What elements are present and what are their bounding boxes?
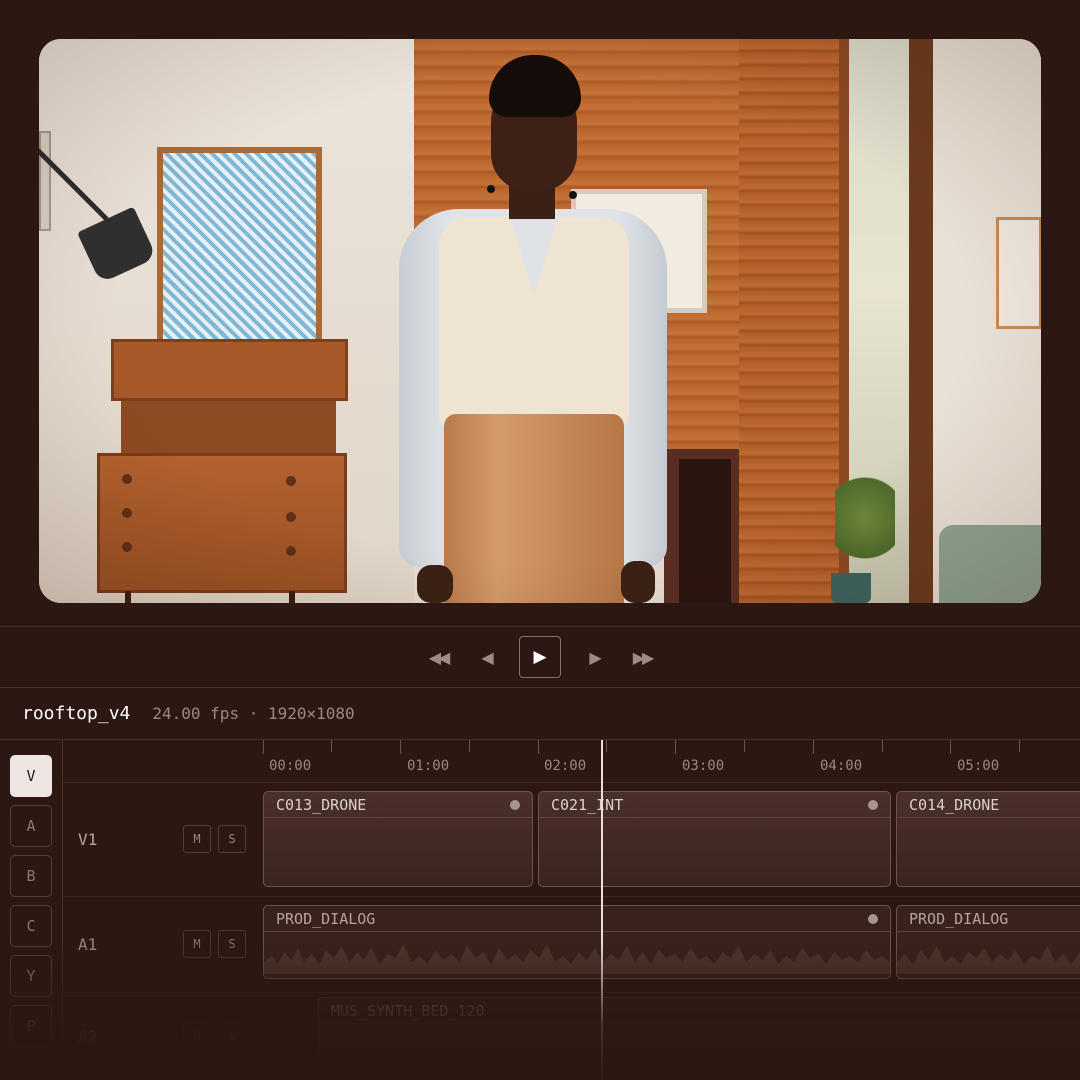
clip-label: C013_DRONE: [276, 795, 367, 814]
ruler-tick-label: 01:00: [407, 758, 450, 774]
track-header-a1: A1 M S: [63, 896, 263, 992]
ruler-tick-label: 05:00: [957, 758, 1000, 774]
video-preview[interactable]: [39, 39, 1041, 603]
sequence-name: rooftop_v4: [22, 703, 131, 724]
playhead[interactable]: [601, 740, 603, 1080]
source-button-p[interactable]: P: [10, 1005, 52, 1047]
clip-label: PROD_DIALOG: [276, 909, 376, 928]
play-button[interactable]: ▶: [519, 636, 561, 678]
sequence-info-bar: rooftop_v4 24.00 fps · 1920×1080: [0, 688, 1080, 740]
solo-button[interactable]: S: [218, 825, 246, 853]
clip-label: PROD_DIALOG: [909, 909, 1009, 928]
track-name: V1: [78, 829, 98, 849]
video-clip[interactable]: C021_INT: [538, 791, 891, 887]
source-selector: V A B C Y P: [0, 740, 63, 1080]
video-clip[interactable]: C013_DRONE: [263, 791, 533, 887]
audio-clip[interactable]: MUS_SYNTH_BED_120: [318, 997, 1080, 1077]
ruler-tick-label: 00:00: [269, 758, 312, 774]
rewind-icon: ◀◀: [428, 647, 451, 667]
play-icon: ▶: [533, 647, 547, 667]
audio-clip[interactable]: PROD_DIALOG: [263, 905, 891, 979]
ruler-tick-label: 04:00: [820, 758, 863, 774]
track-name: A1: [78, 934, 98, 954]
fast-forward-button[interactable]: ▶▶: [621, 636, 663, 678]
mute-button[interactable]: M: [183, 825, 211, 853]
clip-marker-icon: [510, 800, 520, 810]
mute-button[interactable]: M: [183, 930, 211, 958]
fast-forward-icon: ▶▶: [632, 647, 655, 667]
source-button-y[interactable]: Y: [10, 955, 52, 997]
track-name: A2: [78, 1026, 98, 1046]
step-back-button[interactable]: ◀: [465, 636, 507, 678]
solo-button[interactable]: S: [218, 930, 246, 958]
audio-clip[interactable]: PROD_DIALOG: [896, 905, 1080, 979]
solo-button[interactable]: S: [218, 1022, 246, 1050]
source-button-b[interactable]: B: [10, 855, 52, 897]
source-button-c[interactable]: C: [10, 905, 52, 947]
clip-label: MUS_SYNTH_BED_120: [331, 1001, 485, 1020]
mute-button[interactable]: M: [183, 1022, 211, 1050]
track-header-a2: A2 M S: [63, 992, 263, 1080]
source-button-a[interactable]: A: [10, 805, 52, 847]
clip-label: C021_INT: [551, 795, 624, 814]
ruler-tick-label: 02:00: [544, 758, 587, 774]
audio-waveform: [264, 944, 890, 974]
clip-marker-icon: [868, 914, 878, 924]
track-header-v1: V1 M S: [63, 782, 263, 896]
step-forward-button[interactable]: ▶: [573, 636, 615, 678]
rewind-button[interactable]: ◀◀: [417, 636, 459, 678]
source-button-v[interactable]: V: [10, 755, 52, 797]
ruler-tick-label: 03:00: [682, 758, 725, 774]
step-back-icon: ◀: [481, 647, 493, 667]
audio-waveform: [897, 946, 1080, 974]
video-clip[interactable]: C014_DRONE: [896, 791, 1080, 887]
sequence-meta: 24.00 fps · 1920×1080: [152, 704, 355, 723]
step-forward-icon: ▶: [589, 647, 601, 667]
timeline-ruler[interactable]: 00:00 01:00 02:00 03:00 04:00 05:00: [263, 740, 1080, 782]
transport-controls: ◀◀ ◀ ▶ ▶ ▶▶: [0, 626, 1080, 688]
clip-marker-icon: [868, 800, 878, 810]
clip-label: C014_DRONE: [909, 795, 1000, 814]
